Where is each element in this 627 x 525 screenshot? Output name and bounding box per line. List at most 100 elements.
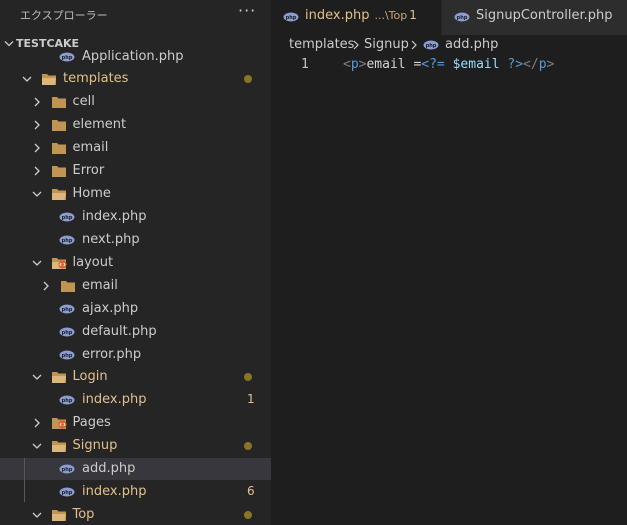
more-actions-button[interactable]: ··· [238, 1, 256, 20]
php-file-icon: php [59, 327, 75, 337]
chevron-down-icon[interactable] [31, 257, 43, 269]
php-file-icon: php [454, 12, 470, 22]
tree-folder-templates[interactable]: templates [0, 68, 271, 90]
code-token: $email [452, 57, 500, 72]
code-token: p [538, 57, 547, 72]
chevron-down-icon[interactable] [31, 440, 43, 452]
code-token: p [350, 57, 359, 72]
tree-item-label: index.php [82, 484, 147, 499]
svg-text:php: php [62, 353, 73, 359]
chevron-down-icon[interactable] [31, 509, 43, 521]
svg-text:php: php [286, 15, 297, 21]
folder-open-icon [51, 441, 66, 452]
svg-text:php: php [62, 307, 73, 313]
chevron-right-icon [411, 40, 417, 50]
svg-text:php: php [62, 238, 73, 244]
tree-item-label: cell [72, 94, 95, 109]
tree-item-label: email [82, 278, 118, 293]
tree-item-label: index.php [82, 392, 147, 407]
tab-signupcontroller-php[interactable]: php SignupController.php [442, 0, 627, 35]
tab-label: index.php [305, 8, 370, 23]
tree-folder-cell[interactable]: cell [0, 91, 271, 113]
tree-folder-home[interactable]: Home [0, 183, 271, 205]
folder-icon [51, 120, 66, 131]
tree-folder-element[interactable]: element [0, 114, 271, 136]
tree-item-label: Pages [72, 415, 111, 430]
chevron-down-icon[interactable] [21, 73, 33, 85]
tree-file-next-php[interactable]: php next.php [0, 229, 271, 251]
breadcrumb-signup[interactable]: Signup [364, 37, 409, 52]
tree-folder-email[interactable]: email [0, 275, 271, 297]
tree-file-add-php[interactable]: php add.php [0, 458, 271, 480]
explorer-sidebar: エクスプローラー ··· TESTCAKE php Application.php… [0, 0, 271, 525]
php-file-icon: php [59, 52, 75, 62]
tree-file-index-php[interactable]: php index.php [0, 206, 271, 228]
tree-folder-pages[interactable]: Pages [0, 412, 271, 434]
modified-dot-icon [244, 373, 252, 381]
code-editor[interactable]: 1 <p>email =<?= $email ?></p> [271, 55, 627, 525]
svg-text:php: php [62, 330, 73, 336]
svg-text:php: php [62, 55, 73, 61]
php-file-icon: php [59, 235, 75, 245]
folder-open-icon [51, 189, 66, 200]
chevron-down-icon[interactable] [31, 371, 43, 383]
tree-item-label: Application.php [82, 49, 184, 64]
special-folder-icon [51, 418, 66, 429]
code-token: </ [523, 57, 539, 72]
tree-item-label: element [72, 117, 127, 132]
breadcrumb-add-php[interactable]: add.php [445, 37, 498, 52]
tree-file-index-php[interactable]: php index.php 1 [0, 389, 271, 411]
tree-file-index-php[interactable]: php index.php 6 [0, 481, 271, 503]
tree-item-label: Home [72, 186, 111, 201]
tree-folder-email[interactable]: email [0, 137, 271, 159]
folder-open-icon [51, 372, 66, 383]
tree-item-label: Error [72, 163, 105, 178]
modified-dot-icon [244, 442, 252, 450]
tree-item-label: layout [72, 255, 114, 270]
tree-item-label: Top [72, 507, 95, 522]
chevron-right-icon[interactable] [31, 142, 43, 154]
folder-icon [51, 166, 66, 177]
tree-item-label: Signup [72, 438, 118, 453]
folder-open-icon [51, 510, 66, 521]
svg-text:php: php [457, 15, 468, 21]
tree-file-default-php[interactable]: php default.php [0, 321, 271, 343]
chevron-right-icon[interactable] [31, 119, 43, 131]
code-line[interactable]: <p>email =<?= $email ?></p> [343, 57, 554, 72]
tree-file-ajax-php[interactable]: php ajax.php [0, 298, 271, 320]
tree-folder-signup[interactable]: Signup [0, 435, 271, 457]
code-token: ?> [507, 57, 524, 72]
tree-file-error-php[interactable]: php error.php [0, 344, 271, 366]
tree-folder-top[interactable]: Top [0, 504, 271, 525]
folder-open-icon [42, 74, 56, 85]
php-file-icon: php [59, 487, 75, 497]
tree-item-label: email [72, 140, 109, 155]
php-file-icon: php [59, 212, 75, 222]
tab-index-php[interactable]: php index.php ...\Top 1 [271, 0, 441, 35]
tree-folder-layout[interactable]: layout [0, 252, 271, 274]
svg-text:php: php [62, 467, 73, 473]
php-file-icon: php [423, 40, 439, 50]
tree-folder-login[interactable]: Login [0, 366, 271, 388]
folder-icon [51, 97, 66, 108]
chevron-right-icon[interactable] [31, 417, 43, 429]
sidebar-title: エクスプローラー [20, 9, 108, 22]
php-file-icon: php [59, 350, 75, 360]
special-folder-icon [51, 258, 66, 269]
tree-file-application-php[interactable]: php Application.php [0, 46, 271, 68]
modified-dot-icon [244, 75, 252, 83]
chevron-right-icon[interactable] [31, 165, 43, 177]
tab-label: SignupController.php [476, 8, 613, 23]
tree-item-label: ajax.php [82, 301, 139, 316]
tab-problem-count: 1 [409, 8, 417, 22]
tree-item-label: Login [72, 369, 108, 384]
problem-count-badge: 1 [247, 392, 255, 406]
chevron-down-icon[interactable] [31, 188, 43, 200]
svg-text:php: php [62, 215, 73, 221]
breadcrumb-templates[interactable]: templates [289, 37, 354, 52]
tree-folder-error[interactable]: Error [0, 160, 271, 182]
indent-guide [24, 458, 25, 502]
tree-item-label: index.php [82, 209, 147, 224]
chevron-right-icon[interactable] [40, 280, 52, 292]
chevron-right-icon[interactable] [31, 96, 43, 108]
